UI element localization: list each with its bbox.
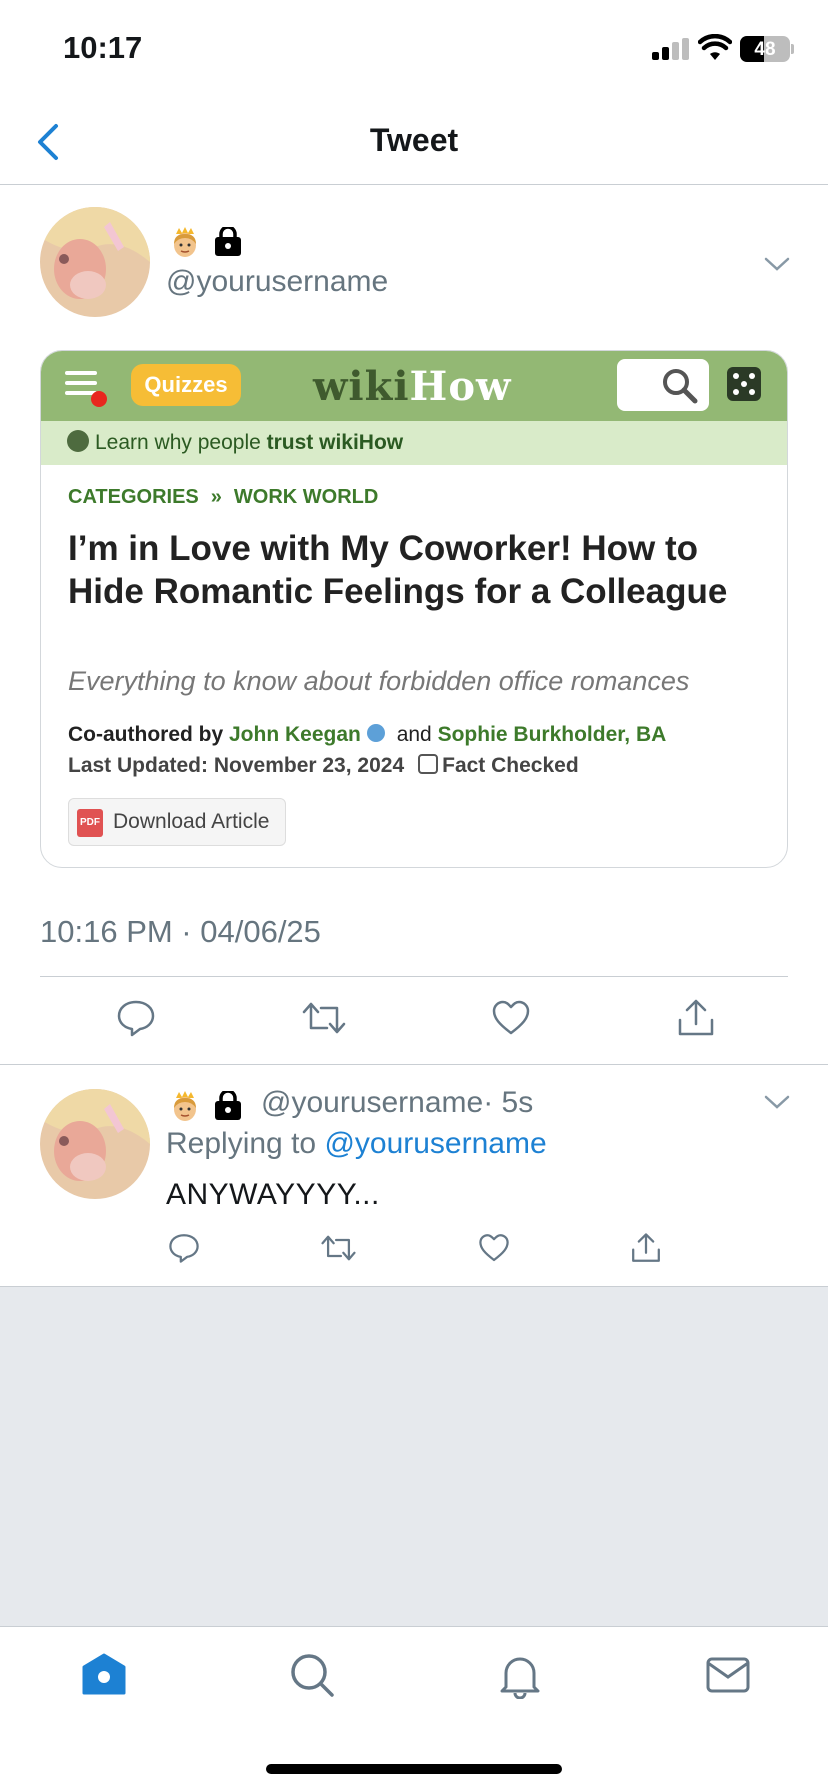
battery-percent: 48 (754, 39, 776, 60)
reply-text: ANYWAYYYY... (166, 1178, 380, 1211)
retweet-icon[interactable] (320, 1232, 357, 1264)
author-link[interactable]: John Keegan (229, 723, 361, 746)
share-icon[interactable] (630, 1232, 662, 1264)
tweet-handle[interactable]: @yourusername (166, 265, 388, 299)
wifi-icon (698, 34, 732, 60)
like-icon[interactable] (491, 998, 531, 1038)
messages-icon[interactable] (704, 1651, 752, 1699)
reply-time: · 5s (483, 1086, 534, 1119)
page-title: Tweet (369, 122, 459, 158)
retweet-icon[interactable] (301, 998, 347, 1038)
status-time: 10:17 (63, 30, 143, 65)
cellular-signal-icon (652, 38, 690, 60)
dice-icon[interactable] (727, 367, 761, 401)
breadcrumb-categories[interactable]: CATEGORIES (68, 486, 199, 508)
status-bar: 10:17 48 (0, 0, 828, 100)
coauthors: Co-authored by John Keegan and Sophie Bu… (68, 723, 667, 746)
replying-to-link[interactable]: @yourusername (324, 1127, 546, 1160)
article-title: I’m in Love with My Coworker! How to Hid… (68, 529, 728, 611)
author-link[interactable]: Sophie Burkholder, BA (438, 723, 667, 746)
reply-handle[interactable]: @yourusername· 5s (261, 1086, 533, 1120)
avatar[interactable] (40, 207, 150, 317)
badges (170, 1090, 242, 1122)
article-card[interactable]: Quizzes wikiHow Learn why people trust w… (40, 350, 788, 868)
like-icon[interactable] (478, 1232, 510, 1264)
divider (40, 976, 788, 977)
share-icon[interactable] (676, 998, 716, 1038)
replying-to: Replying to @yourusername (166, 1127, 547, 1160)
verified-check-icon (67, 430, 89, 453)
verified-badge-icon (366, 724, 385, 743)
avatar[interactable] (40, 1089, 150, 1199)
last-updated: Last Updated: November 23, 2024 Fact Chec… (68, 754, 579, 777)
chevron-down-icon[interactable] (762, 1092, 792, 1112)
princess-emoji-icon (174, 1091, 196, 1121)
reply-icon[interactable] (116, 998, 156, 1038)
home-icon[interactable] (80, 1651, 128, 1699)
empty-area (0, 1286, 828, 1626)
wikihow-bar: Quizzes wikiHow (41, 351, 787, 421)
battery-tip (791, 44, 794, 54)
home-indicator[interactable] (266, 1764, 562, 1774)
quizzes-button[interactable]: Quizzes (131, 364, 241, 406)
pdf-icon: PDF (77, 809, 103, 837)
badges (170, 226, 242, 258)
reply-actions (168, 1232, 662, 1264)
divider (0, 1064, 828, 1065)
tweet-actions (116, 998, 716, 1038)
battery-icon: 48 (740, 36, 790, 62)
wikihow-logo: wikiHow (313, 363, 512, 410)
article-subtitle: Everything to know about forbidden offic… (68, 666, 690, 696)
tweet-timestamp: 10:16 PM · 04/06/25 (40, 914, 321, 949)
lock-icon (215, 227, 241, 256)
notifications-icon[interactable] (496, 1651, 544, 1699)
search-icon[interactable] (288, 1651, 336, 1699)
fact-checked-label: Fact Checked (442, 754, 579, 777)
fact-check-icon (418, 754, 439, 775)
search-icon (663, 369, 698, 404)
breadcrumb-work-world[interactable]: WORK WORLD (234, 486, 378, 508)
lock-icon (215, 1091, 241, 1120)
nav-header: Tweet (0, 100, 828, 185)
trust-bar[interactable]: Learn why people trust wikiHow (41, 421, 787, 465)
reply-icon[interactable] (168, 1232, 200, 1264)
chevron-down-icon[interactable] (762, 254, 792, 274)
princess-emoji-icon (174, 227, 196, 257)
wikihow-search-box[interactable] (617, 359, 709, 411)
notification-dot (91, 391, 107, 407)
breadcrumb: CATEGORIES» WORK WORLD (68, 486, 379, 508)
download-article-button[interactable]: PDF Download Article (68, 798, 286, 846)
